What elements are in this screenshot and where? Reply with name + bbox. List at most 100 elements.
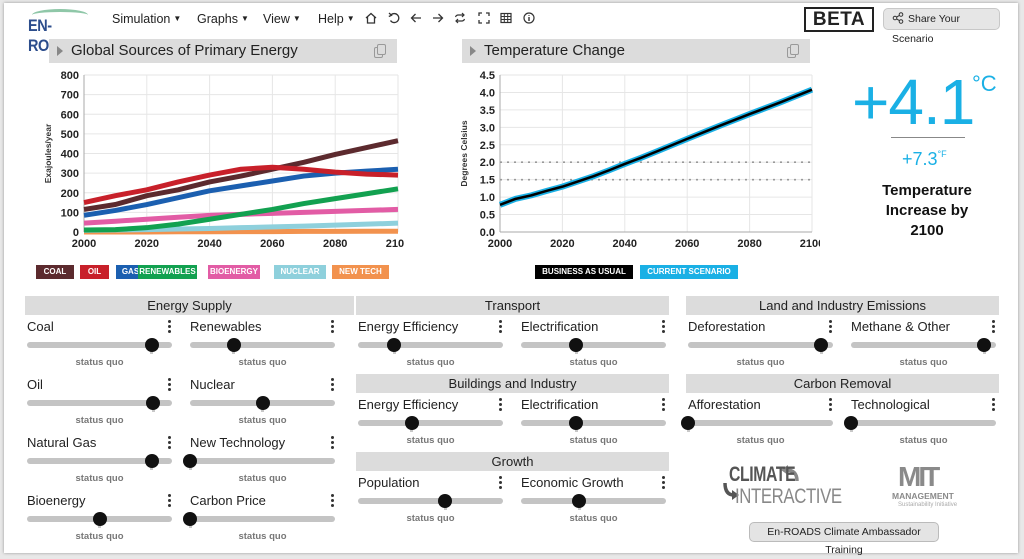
slider-track[interactable]: [358, 498, 503, 504]
y-tick-label: 200: [61, 188, 79, 200]
ambassador-training-button[interactable]: En-ROADS Climate Ambassador Training: [749, 522, 939, 556]
copy-icon[interactable]: [787, 44, 800, 58]
slider-track[interactable]: [358, 420, 503, 426]
slider-status: status quo: [238, 473, 287, 484]
slider-thumb[interactable]: [226, 338, 241, 352]
more-options-icon[interactable]: [499, 476, 503, 490]
slider-thumb[interactable]: [404, 416, 419, 430]
energy-panel-header[interactable]: Global Sources of Primary Energy: [49, 39, 397, 63]
temperature-panel-title: Temperature Change: [484, 42, 625, 59]
expand-triangle-icon[interactable]: [57, 46, 63, 56]
more-options-icon[interactable]: [331, 494, 335, 508]
series-line-business-as-usual: [499, 88, 813, 206]
legend-item-nuclear[interactable]: NUCLEAR: [274, 265, 326, 279]
slider-thumb[interactable]: [144, 338, 159, 352]
refresh-icon[interactable]: [452, 11, 468, 27]
undo-icon[interactable]: [386, 11, 402, 27]
slider-label: Energy Efficiency: [358, 319, 459, 334]
y-tick-label: 800: [61, 70, 79, 82]
slider-thumb[interactable]: [92, 512, 107, 526]
table-icon[interactable]: [498, 11, 514, 27]
slider-thumb[interactable]: [977, 338, 992, 352]
legend-item-bioenergy[interactable]: BIOENERGY: [208, 265, 260, 279]
slider-track[interactable]: [851, 420, 996, 426]
caption-line: Increase by: [885, 202, 969, 219]
slider-track[interactable]: [358, 342, 503, 348]
slider-thumb[interactable]: [255, 396, 270, 410]
mit-management-logo[interactable]: MIT MANAGEMENT Sustainability Initiative: [892, 461, 982, 515]
slider-thumb[interactable]: [844, 416, 858, 430]
more-options-icon[interactable]: [168, 378, 172, 392]
more-options-icon[interactable]: [331, 436, 335, 450]
slider-track[interactable]: [521, 498, 666, 504]
slider-track[interactable]: [190, 342, 335, 348]
y-tick-label: 2.5: [480, 140, 495, 152]
slider-label: Population: [358, 475, 420, 490]
more-options-icon[interactable]: [992, 320, 996, 334]
share-scenario-button[interactable]: Share Your Scenario: [883, 8, 1000, 45]
menu-graphs[interactable]: Graphs ▼: [197, 12, 249, 26]
legend-item-coal[interactable]: COAL: [36, 265, 74, 279]
en-roads-logo[interactable]: EN-ROADS: [28, 9, 92, 55]
slider-thumb[interactable]: [681, 416, 695, 430]
slider-thumb[interactable]: [569, 338, 584, 352]
top-bar: EN-ROADS Simulation▼ Graphs▼ View▼ Help▼: [4, 3, 1018, 55]
temperature-panel-header[interactable]: Temperature Change: [462, 39, 810, 63]
more-options-icon[interactable]: [829, 398, 833, 412]
y-tick-label: 4.5: [480, 70, 495, 82]
slider-track[interactable]: [190, 458, 335, 464]
more-options-icon[interactable]: [331, 378, 335, 392]
slider-label: Oil: [27, 377, 43, 392]
slider-status: status quo: [406, 357, 455, 368]
slider-thumb[interactable]: [183, 454, 197, 468]
more-options-icon[interactable]: [662, 320, 666, 334]
climate-interactive-logo[interactable]: CLIMATE INTERACTIVE: [717, 463, 842, 513]
slider-thumb[interactable]: [569, 416, 584, 430]
slider-track[interactable]: [688, 342, 833, 348]
slider-track[interactable]: [521, 420, 666, 426]
mit-logo-line2: MANAGEMENT: [892, 491, 954, 501]
legend-item-current-scenario[interactable]: CURRENT SCENARIO: [640, 265, 738, 279]
slider-label: Renewables: [190, 319, 262, 334]
expand-triangle-icon[interactable]: [470, 46, 476, 56]
slider-thumb[interactable]: [183, 512, 197, 526]
home-icon[interactable]: [363, 11, 379, 27]
energy-panel-title: Global Sources of Primary Energy: [71, 42, 298, 59]
slider-track[interactable]: [190, 516, 335, 522]
more-options-icon[interactable]: [662, 476, 666, 490]
slider-thumb[interactable]: [438, 494, 452, 508]
x-tick-label: 2000: [72, 238, 96, 250]
more-options-icon[interactable]: [829, 320, 833, 334]
slider-new-technology: New Technology status quo: [183, 435, 337, 490]
legend-item-business-as-usual[interactable]: BUSINESS AS USUAL: [535, 265, 633, 279]
slider-track[interactable]: [688, 420, 833, 426]
slider-thumb[interactable]: [814, 338, 829, 352]
more-options-icon[interactable]: [499, 398, 503, 412]
more-options-icon[interactable]: [168, 494, 172, 508]
info-icon[interactable]: [521, 11, 537, 27]
legend-item-oil[interactable]: OIL: [80, 265, 109, 279]
slider-track[interactable]: [521, 342, 666, 348]
slider-track[interactable]: [851, 342, 996, 348]
slider-thumb[interactable]: [144, 454, 159, 468]
y-tick-label: 300: [61, 168, 79, 180]
slider-thumb[interactable]: [146, 396, 161, 410]
more-options-icon[interactable]: [168, 320, 172, 334]
legend-item-renewables[interactable]: RENEWABLES: [138, 265, 197, 279]
fullscreen-icon[interactable]: [476, 11, 492, 27]
menu-help[interactable]: Help ▼: [318, 12, 355, 26]
more-options-icon[interactable]: [168, 436, 172, 450]
forward-arrow-icon[interactable]: [430, 11, 446, 27]
more-options-icon[interactable]: [992, 398, 996, 412]
y-tick-label: 700: [61, 90, 79, 102]
menu-simulation[interactable]: Simulation ▼: [112, 12, 181, 26]
slider-thumb[interactable]: [572, 494, 586, 508]
menu-view[interactable]: View ▼: [263, 12, 301, 26]
legend-item-new-tech[interactable]: NEW TECH: [332, 265, 389, 279]
slider-thumb[interactable]: [387, 338, 402, 352]
more-options-icon[interactable]: [331, 320, 335, 334]
back-arrow-icon[interactable]: [408, 11, 424, 27]
more-options-icon[interactable]: [499, 320, 503, 334]
more-options-icon[interactable]: [662, 398, 666, 412]
copy-icon[interactable]: [374, 44, 387, 58]
